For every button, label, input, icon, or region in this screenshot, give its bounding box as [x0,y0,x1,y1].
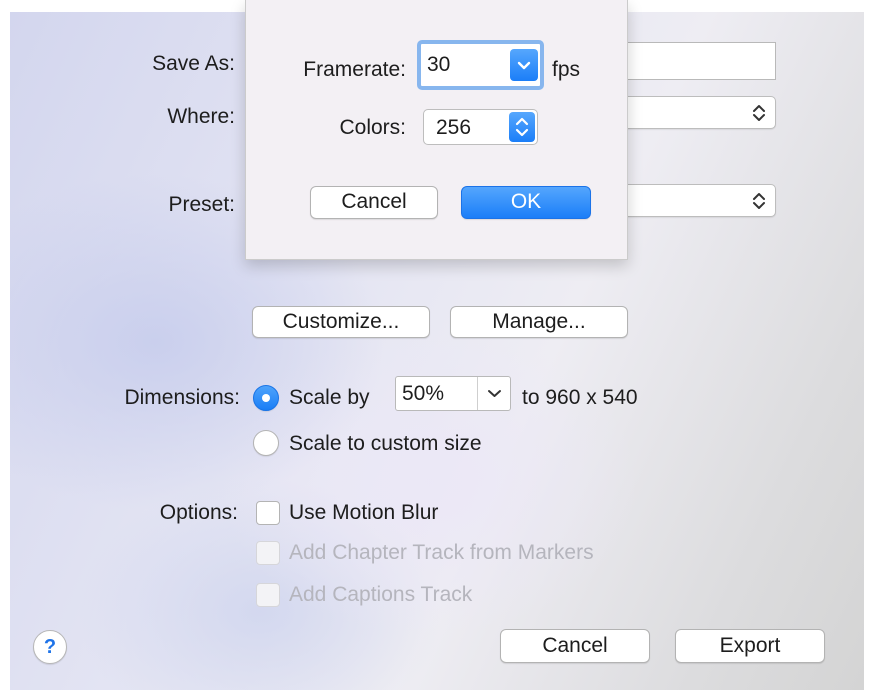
help-button[interactable]: ? [33,630,67,664]
sheet-cancel-button[interactable]: Cancel [310,186,438,219]
colors-label: Colors: [339,116,406,139]
colors-popup-arrow [509,112,535,142]
sheet-ok-button[interactable]: OK [461,186,591,219]
motion-blur-label: Use Motion Blur [289,501,439,524]
scale-result: to 960 x 540 [522,386,638,409]
dimensions-label: Dimensions: [124,386,240,409]
captions-track-label: Add Captions Track [289,583,473,606]
scale-by-label: Scale by [289,386,370,409]
scale-combo[interactable]: 50% [395,376,511,411]
options-label: Options: [159,501,238,524]
chevron-down-icon [488,390,501,397]
framerate-combo[interactable]: 30 [417,40,544,90]
framerate-label: Framerate: [303,58,406,81]
where-label: Where: [167,105,235,128]
motion-blur-checkbox[interactable] [256,501,280,525]
scale-by-radio[interactable] [253,385,279,411]
colors-popup[interactable]: 256 [423,109,538,145]
chevron-down-icon [517,61,531,70]
cancel-button[interactable]: Cancel [500,629,650,663]
export-button[interactable]: Export [675,629,825,663]
chapter-track-label: Add Chapter Track from Markers [289,541,594,564]
fps-label: fps [552,58,581,81]
updown-chevron-icon [753,105,765,121]
framerate-value: 30 [427,53,451,76]
scale-custom-label: Scale to custom size [289,432,482,455]
preset-label: Preset: [168,193,235,216]
updown-chevron-icon [753,193,765,209]
scale-custom-radio[interactable] [253,430,279,456]
updown-chevron-icon [515,117,529,137]
framerate-sheet: Framerate: 30 fps Colors: 256 Cancel OK [245,0,628,260]
colors-value: 256 [436,116,472,139]
preset-popup[interactable] [610,184,776,217]
customize-button[interactable]: Customize... [252,306,430,338]
where-popup[interactable] [610,96,776,129]
manage-button[interactable]: Manage... [450,306,628,338]
scale-combo-arrow[interactable] [477,377,510,410]
scale-value: 50% [402,382,445,405]
chapter-track-checkbox [256,541,280,565]
framerate-combo-arrow[interactable] [510,49,538,81]
captions-track-checkbox [256,583,280,607]
save-as-field[interactable] [610,42,776,80]
save-as-label: Save As: [152,52,235,75]
